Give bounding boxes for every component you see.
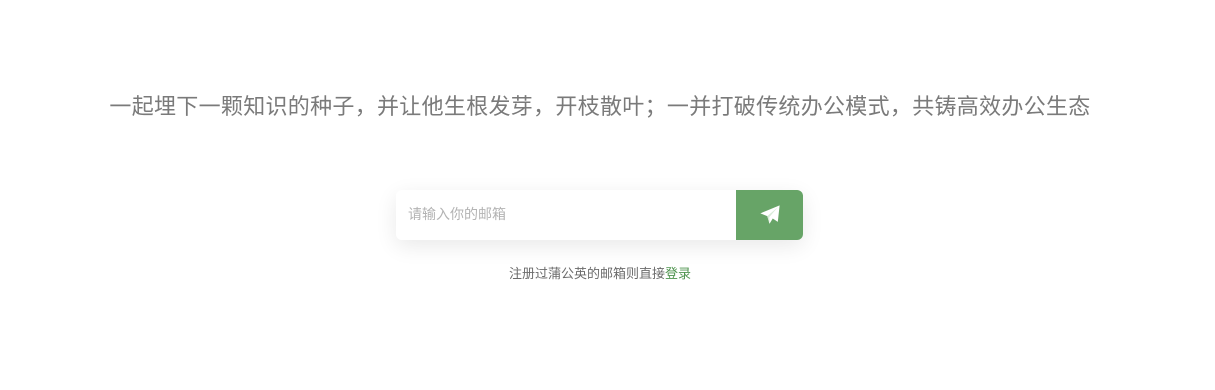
hero-tagline: 一起埋下一颗知识的种子，并让他生根发芽，开枝散叶；一并打破传统办公模式，共铸高效… <box>109 95 1091 120</box>
landing-page: 一起埋下一颗知识的种子，并让他生根发芽，开枝散叶；一并打破传统办公模式，共铸高效… <box>0 0 1215 390</box>
email-field[interactable] <box>396 190 736 240</box>
send-button[interactable] <box>736 190 803 240</box>
email-signup-form <box>396 190 803 240</box>
login-link[interactable]: 登录 <box>665 267 691 282</box>
login-hint-text: 注册过蒲公英的邮箱则直接 <box>508 267 665 282</box>
login-hint: 注册过蒲公英的邮箱则直接登录 <box>0 265 1200 285</box>
paper-plane-icon <box>759 205 780 224</box>
